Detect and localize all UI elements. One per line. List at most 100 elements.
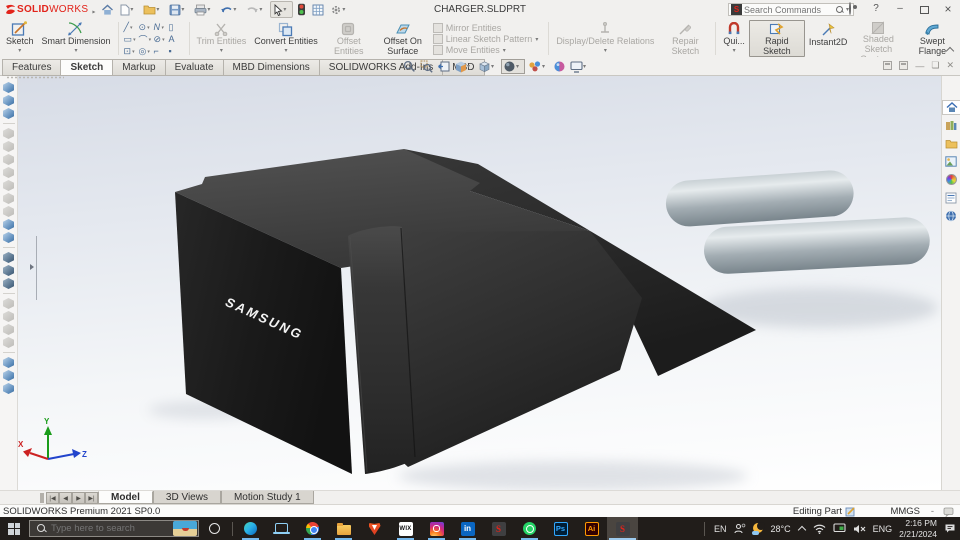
- wix-button[interactable]: WIX: [390, 517, 421, 540]
- file-explorer-button[interactable]: [328, 517, 359, 540]
- chevron-down-icon[interactable]: [583, 58, 590, 76]
- command-search-input[interactable]: [744, 4, 836, 15]
- search-highlight-image[interactable]: [173, 521, 197, 536]
- minimize-button[interactable]: –: [888, 0, 912, 19]
- 3d-views-tab[interactable]: 3D Views: [152, 491, 221, 504]
- left-toolbar-icon[interactable]: [3, 219, 14, 230]
- next-tab-button[interactable]: ▶: [72, 492, 85, 504]
- rapid-sketch-button[interactable]: Rapid Sketch: [748, 20, 805, 57]
- perimeter-circle-tool[interactable]: ◎: [139, 46, 154, 57]
- photoshop-button[interactable]: Ps: [545, 517, 576, 540]
- tab-evaluate[interactable]: Evaluate: [164, 59, 223, 76]
- device-button[interactable]: [266, 517, 297, 540]
- quick-tip-icon[interactable]: [943, 507, 954, 517]
- sketch-tool-button[interactable]: Sketch: [2, 20, 38, 57]
- print-button[interactable]: [192, 1, 216, 18]
- tab-mbd-dimensions[interactable]: MBD Dimensions: [222, 59, 319, 76]
- doc-close-icon[interactable]: ✕: [946, 60, 954, 71]
- taskbar-search[interactable]: [29, 520, 199, 537]
- chevron-down-icon[interactable]: [731, 47, 738, 57]
- wifi-button[interactable]: [813, 524, 826, 534]
- featuremanager-collapsed-handle[interactable]: [28, 236, 37, 300]
- quick-snaps-button[interactable]: Qui...: [719, 20, 749, 57]
- task-pane-home-button[interactable]: [942, 100, 960, 115]
- chevron-down-icon[interactable]: [16, 47, 23, 57]
- save-button[interactable]: [167, 1, 190, 18]
- left-toolbar-icon[interactable]: [3, 278, 14, 289]
- display-status-button[interactable]: [833, 523, 846, 534]
- chevron-down-icon[interactable]: [233, 1, 240, 19]
- chrome-button[interactable]: [297, 517, 328, 540]
- left-toolbar-icon[interactable]: [3, 232, 14, 243]
- section-view-button[interactable]: [453, 59, 475, 74]
- cortana-button[interactable]: [199, 517, 230, 540]
- model-tab[interactable]: Model: [98, 491, 153, 504]
- left-toolbar-icon[interactable]: [3, 108, 14, 119]
- left-toolbar-icon[interactable]: [3, 95, 14, 106]
- restore-button[interactable]: [912, 0, 936, 19]
- open-button[interactable]: [141, 1, 165, 18]
- solidworks-active-taskbar-button[interactable]: S: [607, 517, 638, 540]
- people-button[interactable]: [733, 523, 746, 534]
- fillet-tool[interactable]: ⌐: [154, 46, 169, 56]
- chevron-down-icon[interactable]: [467, 58, 474, 76]
- center-rectangle-tool[interactable]: ▭: [124, 34, 139, 45]
- options-table-button[interactable]: [310, 1, 326, 18]
- chevron-down-icon[interactable]: [130, 22, 137, 32]
- command-search[interactable]: S: [728, 3, 854, 16]
- units-selector[interactable]: MMGS: [890, 506, 920, 517]
- chevron-down-icon[interactable]: [516, 58, 523, 76]
- left-toolbar-icon[interactable]: [3, 357, 14, 368]
- custom-properties-button[interactable]: [943, 190, 959, 205]
- offset-on-surface-button[interactable]: Offset On Surface: [376, 20, 430, 57]
- left-toolbar-icon[interactable]: [3, 383, 14, 394]
- clock[interactable]: 2:16 PM 2/21/2024: [899, 518, 937, 538]
- illustrator-button[interactable]: Ai: [576, 517, 607, 540]
- chevron-down-icon[interactable]: [342, 1, 349, 19]
- slot-tool[interactable]: ⊡: [124, 46, 139, 57]
- chevron-down-icon[interactable]: [207, 1, 214, 19]
- doc-minimize-icon[interactable]: —: [915, 61, 924, 71]
- chevron-down-icon[interactable]: [156, 1, 163, 19]
- zoom-to-fit-button[interactable]: [402, 59, 417, 74]
- user-account-button[interactable]: [838, 0, 862, 19]
- display-style-button[interactable]: [501, 59, 525, 74]
- visualize-button[interactable]: [295, 1, 308, 18]
- temperature-text[interactable]: 28°C: [771, 524, 791, 534]
- start-button[interactable]: [0, 517, 28, 540]
- ribbon-collapse-icon[interactable]: [946, 45, 954, 53]
- first-tab-button[interactable]: |◀: [46, 492, 59, 504]
- smart-dimension-button[interactable]: Smart Dimension: [38, 20, 115, 57]
- forum-button[interactable]: [943, 208, 959, 223]
- prev-tab-button[interactable]: ◀: [59, 492, 72, 504]
- linkedin-button[interactable]: in: [452, 517, 483, 540]
- input-language-badge[interactable]: EN: [714, 524, 727, 534]
- zoom-to-area-button[interactable]: [419, 59, 434, 74]
- new-document-button[interactable]: [118, 1, 139, 18]
- graphics-viewport[interactable]: SAMSUNG X Y Z: [18, 76, 941, 490]
- whatsapp-button[interactable]: [514, 517, 545, 540]
- units-dropdown[interactable]: -: [931, 506, 934, 517]
- chevron-down-icon[interactable]: [491, 58, 498, 76]
- chevron-down-icon[interactable]: [181, 1, 188, 19]
- left-toolbar-icon[interactable]: [3, 370, 14, 381]
- convert-entities-button[interactable]: Convert Entities: [250, 20, 322, 57]
- text-tool[interactable]: A: [169, 34, 184, 44]
- last-tab-button[interactable]: ▶|: [85, 492, 98, 504]
- hide-show-items-button[interactable]: [527, 59, 550, 74]
- tab-splitter[interactable]: [40, 493, 44, 503]
- close-button[interactable]: ×: [936, 0, 960, 19]
- undo-button[interactable]: [218, 1, 242, 18]
- design-library-button[interactable]: [943, 118, 959, 133]
- ellipse-tool[interactable]: ⊘: [154, 34, 169, 45]
- language-badge[interactable]: ENG: [873, 524, 893, 534]
- file-explorer-button[interactable]: [943, 136, 959, 151]
- motion-study-tab[interactable]: Motion Study 1: [220, 491, 314, 504]
- doc-restore-icon[interactable]: ❏: [931, 60, 939, 71]
- edit-appearance-button[interactable]: [552, 59, 567, 74]
- tray-expand-icon[interactable]: [798, 525, 806, 533]
- tab-sketch[interactable]: Sketch: [60, 59, 113, 76]
- rectangle-tool[interactable]: ▯: [169, 22, 184, 33]
- select-button[interactable]: [270, 1, 294, 18]
- doc-window-icon[interactable]: [899, 61, 909, 70]
